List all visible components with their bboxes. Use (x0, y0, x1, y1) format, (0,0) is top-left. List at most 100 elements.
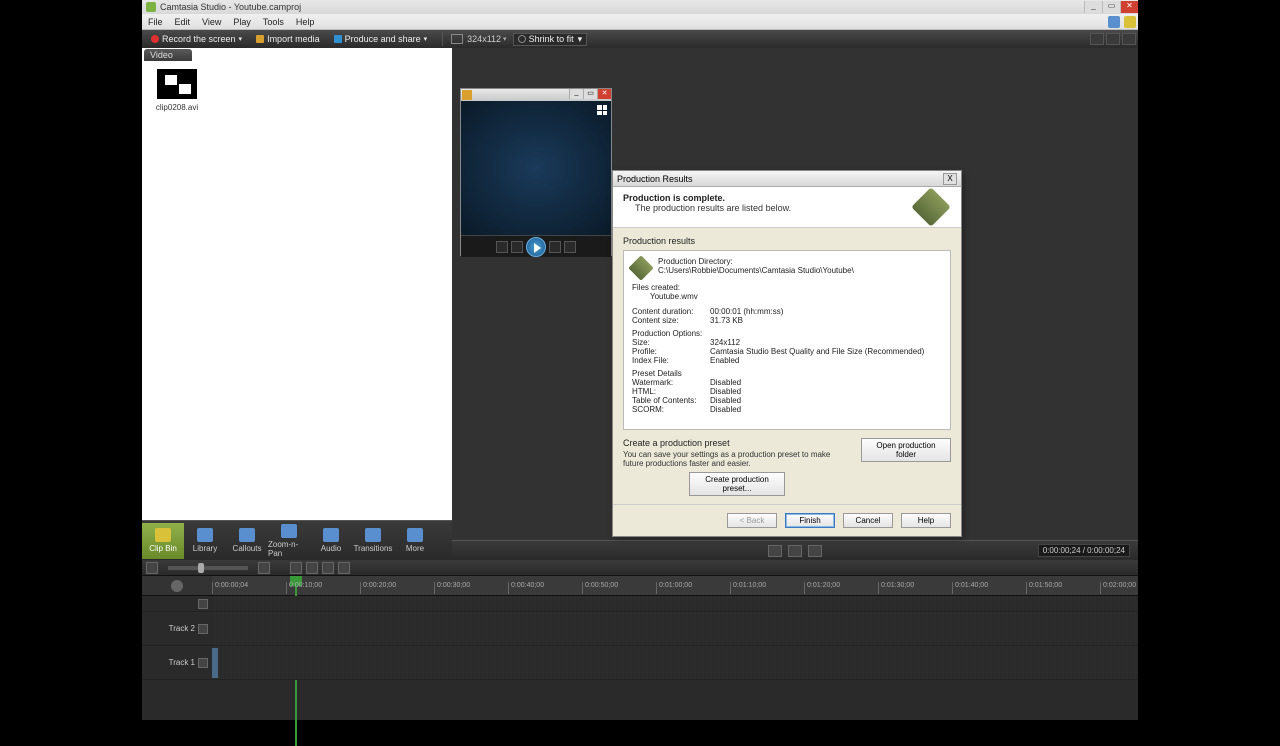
dialog-footer: < Back Finish Cancel Help (613, 504, 961, 536)
copy-button[interactable] (306, 562, 318, 574)
minimize-button[interactable]: _ (1084, 1, 1102, 13)
tab-transitions[interactable]: Transitions (352, 523, 394, 559)
zoom-dropdown[interactable]: Shrink to fit ▾ (513, 33, 588, 46)
view-button-3[interactable] (1122, 33, 1136, 45)
create-preset-button[interactable]: Create production preset... (689, 472, 785, 496)
zoom-out-icon[interactable] (146, 562, 158, 574)
sync-icon[interactable] (1108, 16, 1120, 28)
menu-edit[interactable]: Edit (169, 17, 197, 27)
app-icon (146, 2, 156, 12)
menu-tools[interactable]: Tools (257, 17, 290, 27)
view-button-2[interactable] (1106, 33, 1120, 45)
media-player-titlebar: _ ▭ ✕ (461, 89, 611, 101)
ruler-tick: 0:01:40;00 (952, 582, 988, 594)
ruler-tick: 0:00:20;00 (360, 582, 396, 594)
mp-prev-button[interactable] (511, 241, 523, 253)
tab-more[interactable]: More (394, 523, 436, 559)
prev-frame-button[interactable] (768, 545, 782, 557)
preset-section: Create a production preset You can save … (623, 438, 951, 496)
close-button[interactable]: ✕ (1120, 1, 1138, 13)
record-icon (151, 35, 159, 43)
import-media-button[interactable]: Import media (250, 33, 326, 45)
track-lock-icon[interactable] (198, 658, 208, 668)
ruler-tick: 0:01:10;00 (730, 582, 766, 594)
main-toolbar: Record the screen ▾ Import media Produce… (142, 30, 1138, 48)
cut-button[interactable] (290, 562, 302, 574)
window-titlebar: Camtasia Studio - Youtube.camproj _ ▭ ✕ (142, 0, 1138, 14)
timeline-ruler[interactable]: 0:00:00;040:00:10;000:00:20;000:00:30;00… (142, 576, 1138, 596)
next-frame-button[interactable] (808, 545, 822, 557)
media-player-video (461, 101, 611, 235)
results-textbox[interactable]: Production Directory: C:\Users\Robbie\Do… (623, 250, 951, 430)
track-1[interactable]: Track 1 (142, 646, 1138, 680)
results-label: Production results (623, 236, 951, 246)
produce-share-button[interactable]: Produce and share ▾ (328, 33, 434, 45)
menu-bar: File Edit View Play Tools Help (142, 14, 1138, 30)
timeline-clip[interactable] (212, 648, 218, 678)
ruler-tick: 0:00:40;00 (508, 582, 544, 594)
play-button[interactable] (788, 545, 802, 557)
track-toggle-icon[interactable] (198, 599, 208, 609)
preset-heading: Create a production preset (623, 438, 851, 448)
tracks-area: Track 2 Track 1 (142, 596, 1138, 680)
menu-play[interactable]: Play (227, 17, 257, 27)
preset-description: You can save your settings as a producti… (623, 450, 851, 468)
production-results-dialog: Production Results X Production is compl… (612, 170, 962, 537)
dimensions-dropdown[interactable]: 324x112 (467, 34, 501, 44)
mp-maximize-button[interactable]: ▭ (583, 89, 597, 99)
finish-button[interactable]: Finish (785, 513, 835, 528)
maximize-button[interactable]: ▭ (1102, 1, 1120, 13)
ruler-tick: 0:00:10;00 (286, 582, 322, 594)
mp-minimize-button[interactable]: _ (569, 89, 583, 99)
tab-clip-bin[interactable]: Clip Bin (142, 523, 184, 559)
paste-button[interactable] (322, 562, 334, 574)
ruler-tick: 0:00:50;00 (582, 582, 618, 594)
timeline-panel: 0:00:00;040:00:10;000:00:20;000:00:30;00… (142, 560, 1138, 720)
timeline-settings-button[interactable] (142, 576, 212, 595)
open-folder-button[interactable]: Open production folder (861, 438, 951, 462)
record-screen-button[interactable]: Record the screen ▾ (145, 33, 248, 45)
mp-next-button[interactable] (549, 241, 561, 253)
tab-callouts[interactable]: Callouts (226, 523, 268, 559)
fullscreen-icon[interactable] (597, 105, 607, 115)
cancel-button[interactable]: Cancel (843, 513, 893, 528)
ruler-tick: 0:00:00;04 (212, 582, 248, 594)
mp-play-button[interactable] (526, 237, 546, 257)
mp-stop-button[interactable] (496, 241, 508, 253)
dialog-body: Production results Production Directory:… (613, 228, 961, 504)
menu-view[interactable]: View (196, 17, 227, 27)
help-icon[interactable] (1124, 16, 1136, 28)
tab-library[interactable]: Library (184, 523, 226, 559)
dialog-subheading: The production results are listed below. (635, 203, 917, 213)
track-spacer (142, 596, 1138, 612)
back-button: < Back (727, 513, 777, 528)
production-icon (911, 187, 951, 227)
tab-zoom-pan[interactable]: Zoom-n-Pan (268, 523, 310, 559)
track-lock-icon[interactable] (198, 624, 208, 634)
preview-playback-bar: 0:00:00;24 / 0:00:00;24 (452, 540, 1138, 560)
clip-tab-video[interactable]: Video (144, 49, 192, 61)
dimension-icon[interactable] (451, 34, 463, 44)
help-button[interactable]: Help (901, 513, 951, 528)
track-2[interactable]: Track 2 (142, 612, 1138, 646)
dialog-titlebar: Production Results X (613, 171, 961, 187)
clip-item[interactable]: clip0208.avi (150, 69, 204, 112)
split-button[interactable] (338, 562, 350, 574)
mp-close-button[interactable]: ✕ (597, 89, 611, 99)
ruler-tick: 0:01:20;00 (804, 582, 840, 594)
zoom-in-icon[interactable] (258, 562, 270, 574)
clip-bin-body: clip0208.avi (142, 61, 452, 520)
tab-audio[interactable]: Audio (310, 523, 352, 559)
share-icon (334, 35, 342, 43)
media-player-controls (461, 235, 611, 257)
mp-volume-button[interactable] (564, 241, 576, 253)
view-button-1[interactable] (1090, 33, 1104, 45)
zoom-slider[interactable] (168, 566, 248, 570)
media-player-icon (462, 90, 472, 100)
preview-timecode: 0:00:00;24 / 0:00:00;24 (1038, 544, 1130, 557)
menu-file[interactable]: File (142, 17, 169, 27)
ruler-tick: 0:02:00;00 (1100, 582, 1136, 594)
menu-help[interactable]: Help (290, 17, 321, 27)
dialog-close-button[interactable]: X (943, 173, 957, 185)
media-player-window[interactable]: _ ▭ ✕ (460, 88, 612, 256)
